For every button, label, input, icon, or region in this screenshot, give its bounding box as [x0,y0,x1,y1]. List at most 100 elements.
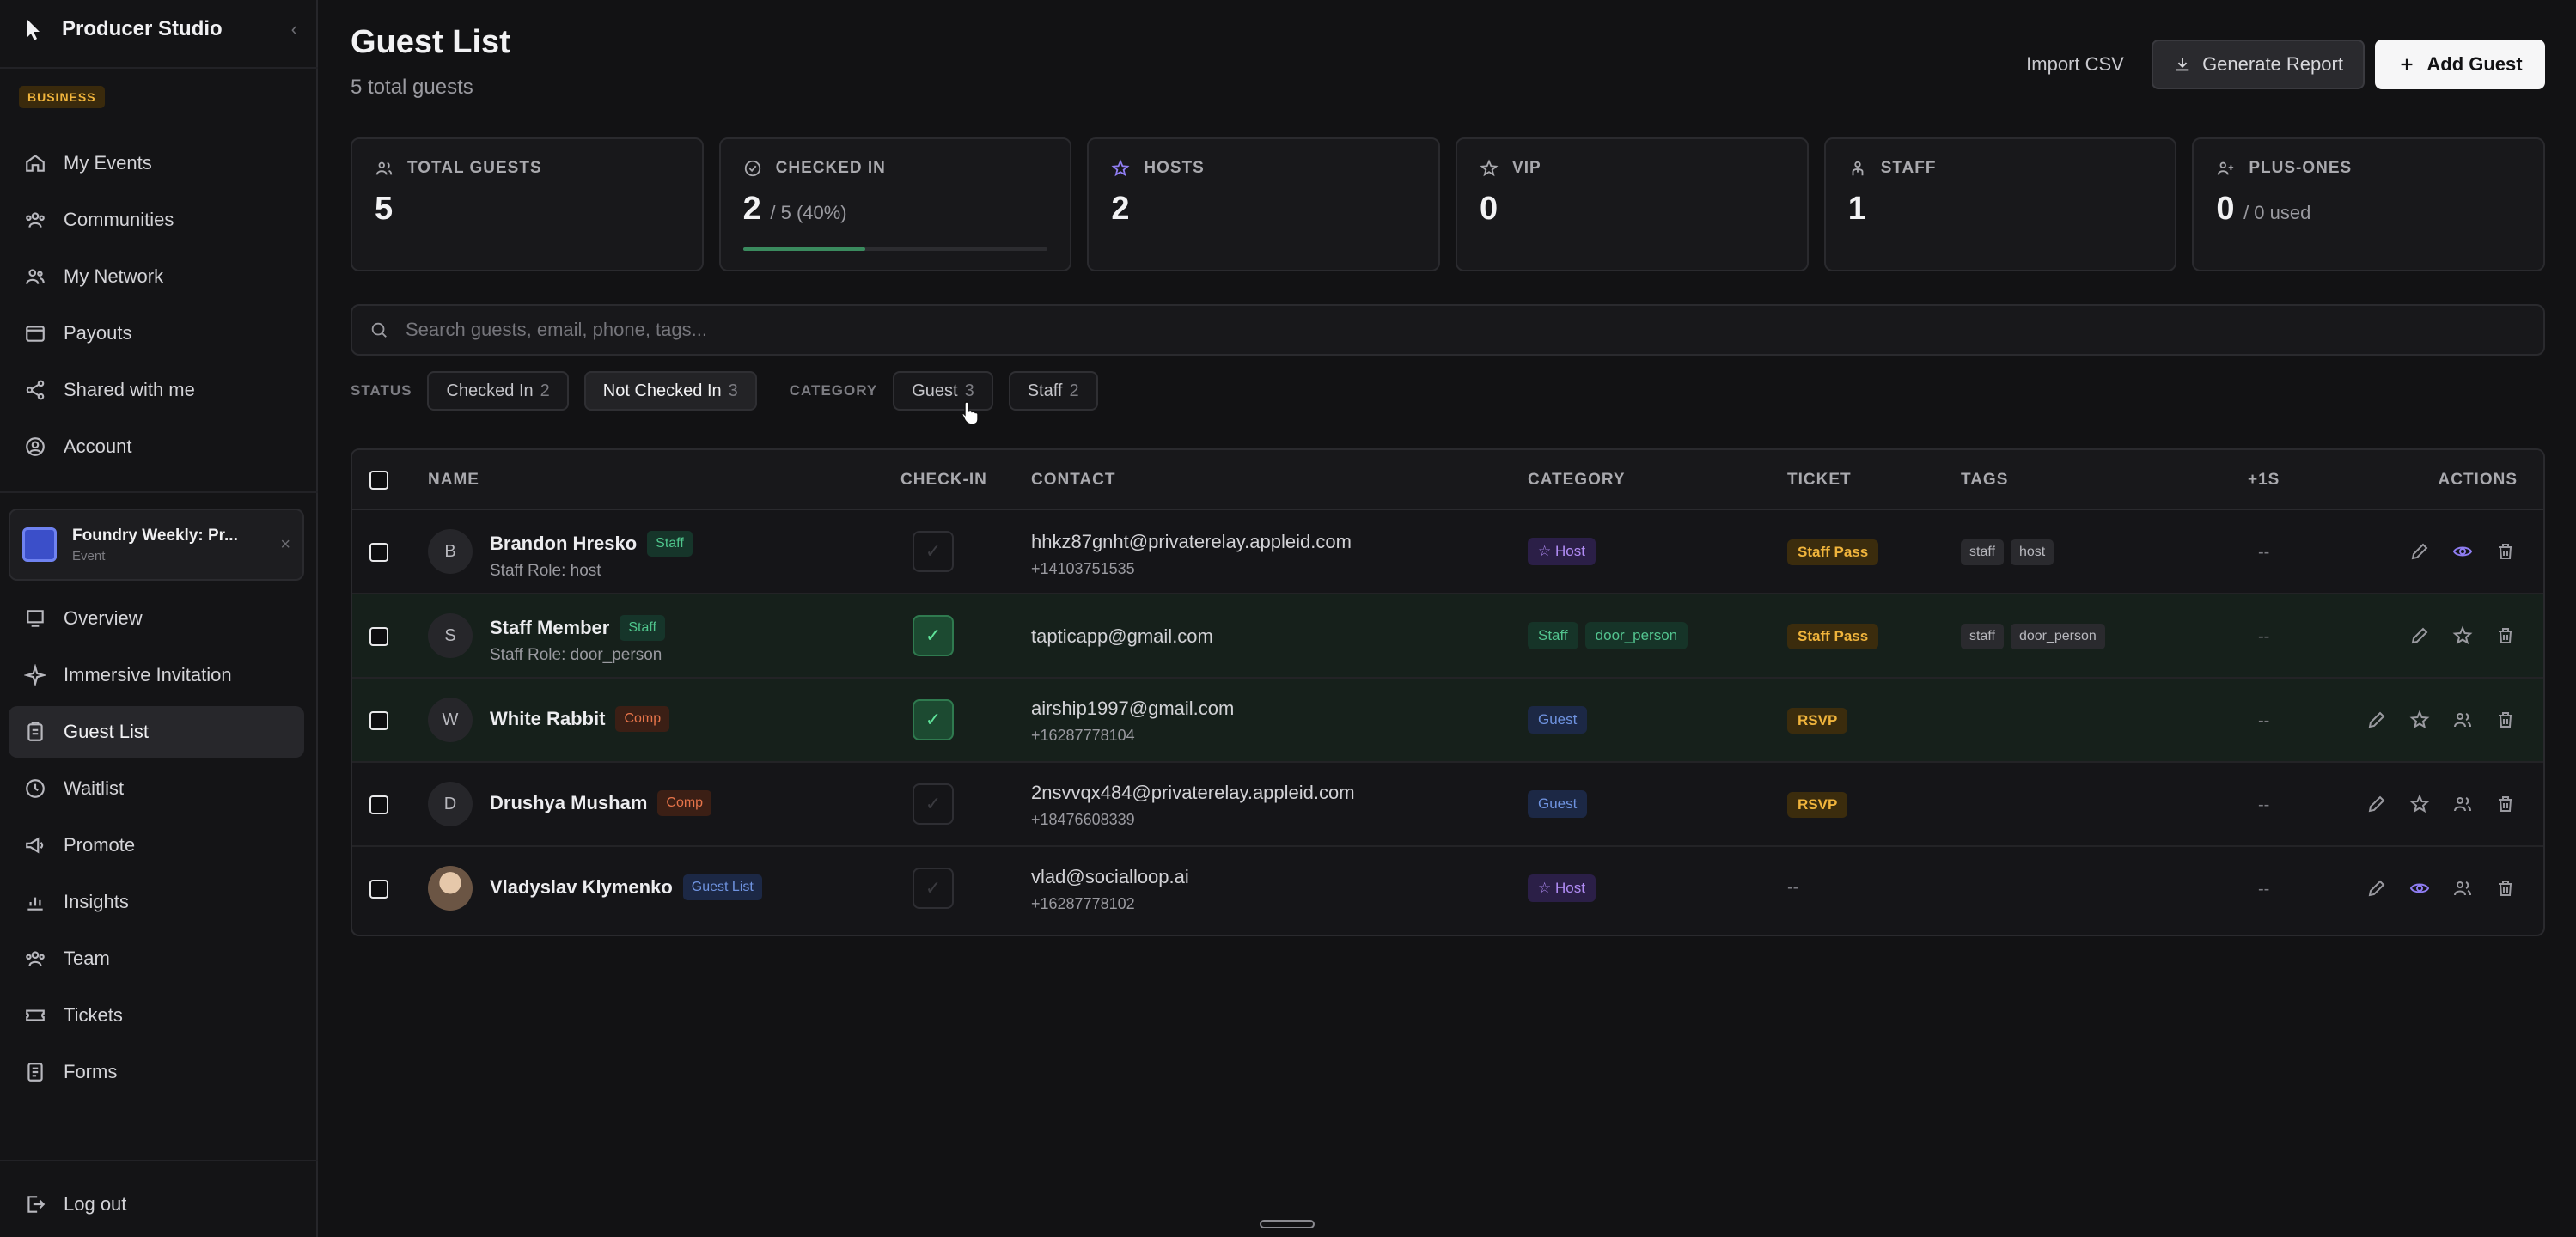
table-row[interactable]: Vladyslav Klymenko Guest List ✓ vlad@soc… [352,847,2543,931]
star-icon[interactable] [2408,708,2432,732]
checkin-toggle[interactable]: ✓ [913,699,954,740]
row-checkbox[interactable] [369,880,388,899]
eye-icon[interactable] [2408,876,2432,900]
close-icon[interactable]: × [280,535,290,555]
star-outline-icon [1480,158,1500,179]
edit-icon[interactable] [2365,708,2389,732]
star-icon[interactable] [2451,624,2475,648]
home-indicator[interactable] [1260,1220,1315,1228]
sidebar-item-communities[interactable]: Communities [9,194,304,246]
add-guest-button[interactable]: Add Guest [2375,40,2545,89]
checkin-toggle[interactable]: ✓ [913,615,954,656]
table-row[interactable]: S Staff Member Staff Staff Role: door_pe… [352,594,2543,679]
chip-label: Not Checked In [602,381,722,400]
sidebar-item-shared-with-me[interactable]: Shared with me [9,364,304,416]
collapse-sidebar-icon[interactable]: ‹ [291,18,297,40]
search-input[interactable] [406,319,2543,341]
stat-plus-ones: PLUS-ONES 0 / 0 used [2192,137,2546,271]
stat-value: 2 [1111,191,1130,227]
sidebar-item-promote[interactable]: Promote [9,820,304,871]
category-pill: Guest [1528,706,1588,734]
plus-ones-value: -- [2258,627,2270,646]
checkin-toggle[interactable]: ✓ [913,868,954,909]
sidebar-item-forms[interactable]: Forms [9,1046,304,1098]
generate-report-button[interactable]: Generate Report [2152,40,2365,89]
sidebar-item-label: Communities [64,209,174,230]
stat-staff: STAFF 1 [1823,137,2177,271]
filter-checked-in[interactable]: Checked In 2 [427,371,569,411]
account-icon [22,434,48,460]
current-event-card[interactable]: Foundry Weekly: Pr... Event × [9,509,304,581]
share-icon [22,377,48,403]
filter-staff[interactable]: Staff 2 [1008,371,1098,411]
staff-role: Staff Role: host [490,562,601,580]
sidebar-item-team[interactable]: Team [9,933,304,984]
search-bar [351,304,2545,356]
trash-icon[interactable] [2494,539,2518,564]
edit-icon[interactable] [2408,624,2432,648]
col-name[interactable]: NAME [428,471,479,490]
row-checkbox[interactable] [369,627,388,646]
sidebar-item-insights[interactable]: Insights [9,876,304,928]
guest-email: vlad@socialloop.ai [1031,866,1189,887]
sidebar-item-my-events[interactable]: My Events [9,137,304,189]
col-ticket[interactable]: TICKET [1787,471,1852,490]
eye-icon[interactable] [2451,539,2475,564]
sidebar-item-payouts[interactable]: Payouts [9,308,304,359]
col-tags[interactable]: TAGS [1961,471,2008,490]
sidebar-item-account[interactable]: Account [9,421,304,472]
search-icon [369,319,392,341]
row-checkbox[interactable] [369,795,388,814]
sidebar-item-guest-list[interactable]: Guest List [9,706,304,758]
star-icon[interactable] [2408,792,2432,816]
chip-count: 3 [964,381,974,400]
category-pill: ☆ Host [1528,538,1596,565]
edit-icon[interactable] [2408,539,2432,564]
guest-name[interactable]: Brandon Hresko [490,533,637,555]
sidebar-item-my-network[interactable]: My Network [9,251,304,302]
row-actions [2365,792,2518,816]
trash-icon[interactable] [2494,708,2518,732]
checkin-toggle[interactable]: ✓ [913,531,954,572]
guest-type-badge: Comp [657,790,712,816]
checkin-toggle[interactable]: ✓ [913,783,954,825]
row-checkbox[interactable] [369,711,388,730]
guest-name[interactable]: White Rabbit [490,708,605,730]
wallet-icon [22,320,48,346]
import-csv-button[interactable]: Import CSV [2011,40,2140,89]
guest-type-badge: Guest List [682,874,762,900]
filter-not-checked-in[interactable]: Not Checked In 3 [583,371,757,411]
sidebar-item-overview[interactable]: Overview [9,593,304,644]
guest-name[interactable]: Vladyslav Klymenko [490,876,673,899]
logout-button[interactable]: Log out [9,1179,304,1230]
table-row[interactable]: W White Rabbit Comp ✓ airship1997@gmail.… [352,679,2543,763]
guest-name[interactable]: Staff Member [490,617,609,639]
trash-icon[interactable] [2494,876,2518,900]
col-checkin[interactable]: CHECK-IN [900,471,987,490]
col-contact[interactable]: CONTACT [1031,471,1115,490]
guest-type-badge: Staff [647,531,693,557]
table-row[interactable]: B Brandon Hresko Staff Staff Role: host … [352,510,2543,594]
user-group-icon[interactable] [2451,792,2475,816]
table-row[interactable]: D Drushya Musham Comp ✓ 2nsvvqx484@priva… [352,763,2543,847]
sidebar-item-waitlist[interactable]: Waitlist [9,763,304,814]
stat-label: HOSTS [1144,159,1205,177]
edit-icon[interactable] [2365,876,2389,900]
sidebar-item-label: Team [64,948,110,969]
edit-icon[interactable] [2365,792,2389,816]
logout-label: Log out [64,1193,127,1215]
staff-icon [1848,158,1869,179]
user-group-icon[interactable] [2451,708,2475,732]
row-checkbox[interactable] [369,543,388,562]
sidebar-item-tickets[interactable]: Tickets [9,990,304,1041]
logout-area: Log out [9,1179,304,1235]
user-group-icon[interactable] [2451,876,2475,900]
trash-icon[interactable] [2494,792,2518,816]
col-plus-ones[interactable]: +1S [2248,471,2280,490]
col-category[interactable]: CATEGORY [1528,471,1626,490]
trash-icon[interactable] [2494,624,2518,648]
select-all-checkbox[interactable] [369,471,388,490]
guest-phone: +16287778102 [1031,895,1135,912]
guest-name[interactable]: Drushya Musham [490,792,647,814]
sidebar-item-immersive-invitation[interactable]: Immersive Invitation [9,649,304,701]
